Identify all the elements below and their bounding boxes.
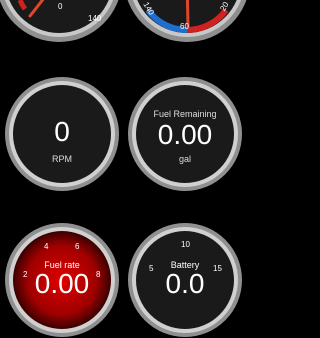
temp-tick-60: 60: [180, 22, 189, 31]
fuel-remaining-unit: gal: [178, 154, 191, 164]
speed-tick-140: 140: [88, 14, 102, 23]
speed-tick-0: 0: [58, 2, 63, 11]
temperature-gauge[interactable]: 140 60 20: [122, 0, 252, 44]
rpm-gauge[interactable]: 0 RPM: [4, 76, 120, 192]
fuel-remaining-value: 0.00: [157, 119, 213, 150]
fuel-rate-tick-6: 6: [75, 242, 80, 251]
fuel-rate-value: 0.00: [34, 268, 90, 299]
battery-gauge[interactable]: 5 10 15 Battery 0.0: [127, 222, 243, 338]
battery-tick-10: 10: [181, 240, 190, 249]
fuel-rate-gauge[interactable]: 2 4 6 8 Fuel rate 0.00: [4, 222, 120, 338]
speed-gauge[interactable]: 0 140: [0, 0, 124, 44]
battery-value: 0.0: [165, 268, 205, 299]
fuel-rate-tick-4: 4: [44, 242, 49, 251]
fuel-remaining-gauge[interactable]: Fuel Remaining 0.00 gal: [127, 76, 243, 192]
rpm-value: 0: [54, 116, 70, 147]
rpm-label: RPM: [52, 154, 72, 164]
fuel-remaining-title: Fuel Remaining: [153, 109, 217, 119]
